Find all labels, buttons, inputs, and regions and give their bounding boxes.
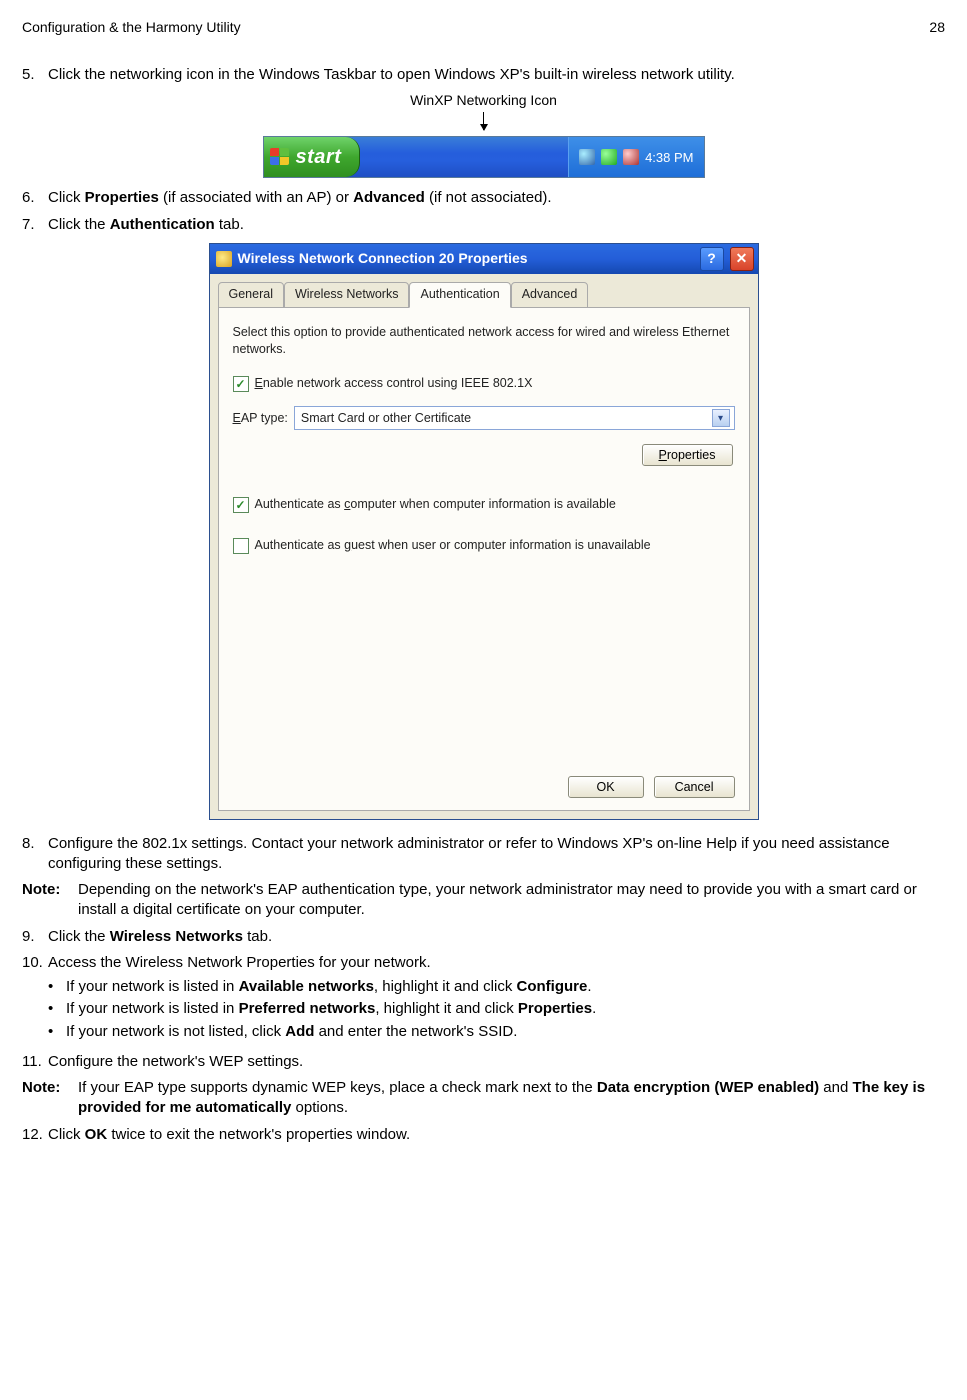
step-number: 7.	[22, 215, 48, 235]
note-label: Note:	[22, 1078, 78, 1119]
step-text: Click the Authentication tab.	[48, 215, 945, 235]
window-title: Wireless Network Connection 20 Propertie…	[238, 249, 528, 268]
step-number: 10.	[22, 953, 48, 1046]
figure1-label: WinXP Networking Icon	[22, 91, 945, 110]
step-number: 11.	[22, 1052, 48, 1072]
bullet-icon: •	[48, 1022, 66, 1042]
tray-icon[interactable]	[601, 149, 617, 165]
arrow-down-icon	[483, 112, 484, 130]
help-button[interactable]: ?	[700, 247, 724, 271]
cancel-button[interactable]: Cancel	[654, 776, 735, 798]
step-text: Click the networking icon in the Windows…	[48, 65, 945, 85]
bullet-text: If your network is not listed, click Add…	[66, 1022, 945, 1042]
start-button-label: start	[296, 144, 342, 171]
bullet-text: If your network is listed in Preferred n…	[66, 999, 945, 1019]
note-label: Note:	[22, 880, 78, 921]
enable-8021x-checkbox[interactable]: ✓	[233, 376, 249, 392]
auth-as-computer-label: Authenticate as computer when computer i…	[255, 496, 616, 513]
bullet-icon: •	[48, 999, 66, 1019]
page-number: 28	[929, 18, 945, 37]
clock: 4:38 PM	[645, 149, 693, 167]
step-text: Configure the 802.1x settings. Contact y…	[48, 834, 945, 875]
bullet-text: If your network is listed in Available n…	[66, 977, 945, 997]
eap-type-value: Smart Card or other Certificate	[301, 410, 471, 427]
step-number: 5.	[22, 65, 48, 85]
network-tray-icon[interactable]	[579, 149, 595, 165]
auth-as-computer-checkbox[interactable]: ✓	[233, 497, 249, 513]
auth-as-guest-checkbox[interactable]: ✓	[233, 538, 249, 554]
eap-properties-button[interactable]: Properties	[642, 444, 733, 466]
tray-icon[interactable]	[623, 149, 639, 165]
step-number: 12.	[22, 1125, 48, 1145]
page-header-title: Configuration & the Harmony Utility	[22, 18, 241, 37]
note-text: Depending on the network's EAP authentic…	[78, 880, 945, 921]
system-tray: 4:38 PM	[568, 137, 703, 177]
step-number: 9.	[22, 927, 48, 947]
step-text: Click Properties (if associated with an …	[48, 188, 945, 208]
enable-8021x-label: Enable network access control using IEEE…	[255, 375, 533, 392]
note-text: If your EAP type supports dynamic WEP ke…	[78, 1078, 945, 1119]
panel-intro-text: Select this option to provide authentica…	[233, 324, 735, 358]
step-text: Access the Wireless Network Properties f…	[48, 953, 945, 1046]
window-icon	[216, 251, 232, 267]
eap-type-label: EAP type:	[233, 410, 288, 427]
step-number: 6.	[22, 188, 48, 208]
close-button[interactable]: ✕	[730, 247, 754, 271]
taskbar: start 4:38 PM	[263, 136, 705, 178]
windows-flag-icon	[270, 148, 290, 166]
tab-wireless-networks[interactable]: Wireless Networks	[284, 282, 410, 308]
bullet-icon: •	[48, 977, 66, 997]
auth-as-guest-label: Authenticate as guest when user or compu…	[255, 537, 651, 554]
tab-general[interactable]: General	[218, 282, 284, 308]
step-text: Click the Wireless Networks tab.	[48, 927, 945, 947]
titlebar: Wireless Network Connection 20 Propertie…	[210, 244, 758, 274]
tab-authentication[interactable]: Authentication	[409, 282, 510, 308]
eap-type-select[interactable]: Smart Card or other Certificate ▾	[294, 406, 735, 430]
step-number: 8.	[22, 834, 48, 875]
tab-panel-authentication: Select this option to provide authentica…	[218, 307, 750, 811]
step-text: Click OK twice to exit the network's pro…	[48, 1125, 945, 1145]
tab-advanced[interactable]: Advanced	[511, 282, 589, 308]
properties-dialog: Wireless Network Connection 20 Propertie…	[209, 243, 759, 820]
step-text: Configure the network's WEP settings.	[48, 1052, 945, 1072]
chevron-down-icon: ▾	[712, 409, 730, 427]
ok-button[interactable]: OK	[568, 776, 644, 798]
start-button[interactable]: start	[264, 137, 361, 177]
